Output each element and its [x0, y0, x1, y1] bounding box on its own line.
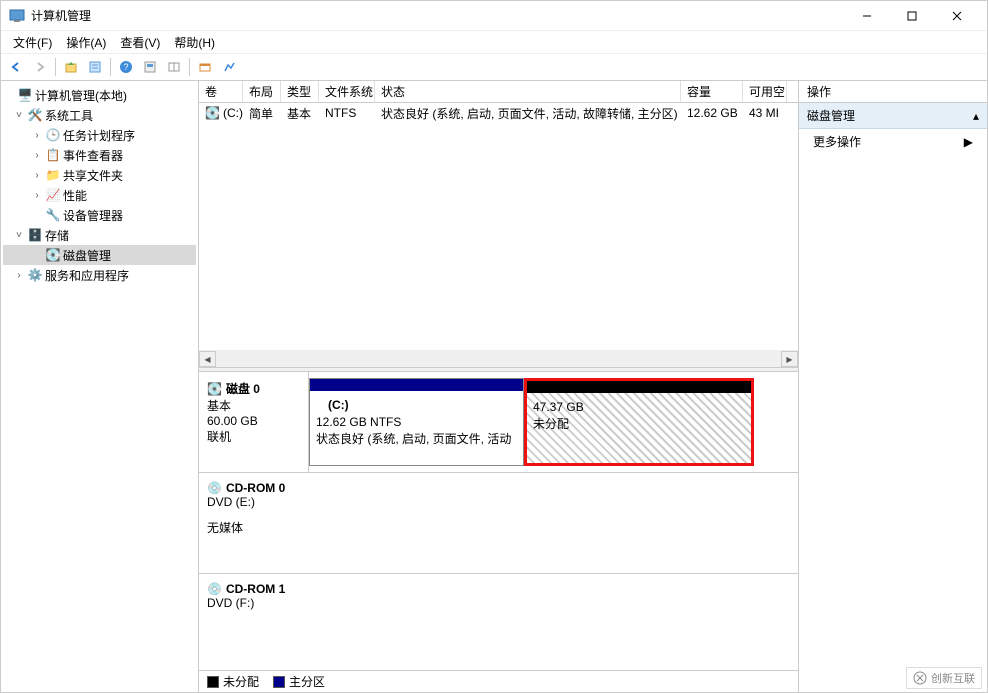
menubar: 文件(F) 操作(A) 查看(V) 帮助(H)	[1, 31, 987, 53]
menu-help[interactable]: 帮助(H)	[168, 32, 221, 53]
computer-icon: 🖥️	[17, 87, 33, 103]
tree-event-viewer[interactable]: ›📋事件查看器	[3, 145, 196, 165]
window-title: 计算机管理	[31, 7, 844, 24]
menu-file[interactable]: 文件(F)	[7, 32, 58, 53]
svg-text:?: ?	[123, 62, 128, 72]
col-volume[interactable]: 卷	[199, 81, 243, 102]
maximize-button[interactable]	[889, 1, 934, 31]
tree-task-scheduler[interactable]: ›🕒任务计划程序	[3, 125, 196, 145]
legend-primary: 主分区	[273, 673, 325, 690]
col-free[interactable]: 可用空	[743, 81, 787, 102]
menu-action[interactable]: 操作(A)	[60, 32, 112, 53]
help-button[interactable]: ?	[115, 56, 137, 78]
menu-view[interactable]: 查看(V)	[114, 32, 166, 53]
arrow-right-icon: ▶	[964, 135, 973, 149]
toolbar: ?	[1, 53, 987, 81]
actions-pane: 操作 磁盘管理 ▴ 更多操作 ▶	[799, 81, 987, 692]
toolbar-btn-4[interactable]	[218, 56, 240, 78]
tree-device-manager[interactable]: 🔧设备管理器	[3, 205, 196, 225]
properties-button[interactable]	[84, 56, 106, 78]
cdrom-icon: 💿	[207, 582, 222, 596]
close-button[interactable]	[934, 1, 979, 31]
disk-block: 💽磁盘 0 基本 60.00 GB 联机 (C:) 12.62 GB NTFS …	[199, 372, 798, 473]
up-button[interactable]	[60, 56, 82, 78]
tree-disk-management[interactable]: 💽磁盘管理	[3, 245, 196, 265]
action-more[interactable]: 更多操作 ▶	[799, 129, 987, 154]
tools-icon: 🛠️	[27, 107, 43, 123]
titlebar: 计算机管理	[1, 1, 987, 31]
col-layout[interactable]: 布局	[243, 81, 281, 102]
storage-icon: 🗄️	[27, 227, 43, 243]
h-scrollbar[interactable]: ◀ ▶	[199, 350, 798, 367]
disk-icon: 💽	[207, 382, 222, 396]
tree-shared-folders[interactable]: ›📁共享文件夹	[3, 165, 196, 185]
partition-primary[interactable]: (C:) 12.62 GB NTFS 状态良好 (系统, 启动, 页面文件, 活…	[309, 378, 524, 466]
actions-title: 操作	[799, 81, 987, 103]
col-capacity[interactable]: 容量	[681, 81, 743, 102]
toolbar-btn-2[interactable]	[163, 56, 185, 78]
minimize-button[interactable]	[844, 1, 889, 31]
tree-storage[interactable]: ˅🗄️存储	[3, 225, 196, 245]
volume-row[interactable]: 💽(C:) 简单 基本 NTFS 状态良好 (系统, 启动, 页面文件, 活动,…	[199, 103, 798, 123]
tree-root[interactable]: 🖥️计算机管理(本地)	[3, 85, 196, 105]
device-icon: 🔧	[45, 207, 61, 223]
watermark: 创新互联	[906, 667, 982, 689]
disk-info[interactable]: 💽磁盘 0 基本 60.00 GB 联机	[199, 372, 309, 472]
cdrom-icon: 💿	[207, 481, 222, 495]
clock-icon: 🕒	[45, 127, 61, 143]
tree-performance[interactable]: ›📈性能	[3, 185, 196, 205]
disk-info[interactable]: 💿CD-ROM 1 DVD (F:)	[199, 574, 309, 670]
legend: 未分配 主分区	[199, 670, 798, 692]
disk-block: 💿CD-ROM 1 DVD (F:)	[199, 574, 798, 670]
volume-header[interactable]: 卷 布局 类型 文件系统 状态 容量 可用空	[199, 81, 798, 103]
tree-services-apps[interactable]: ›⚙️服务和应用程序	[3, 265, 196, 285]
nav-tree[interactable]: 🖥️计算机管理(本地) ˅🛠️系统工具 ›🕒任务计划程序 ›📋事件查看器 ›📁共…	[1, 81, 199, 692]
action-section[interactable]: 磁盘管理 ▴	[799, 103, 987, 129]
scroll-right-button[interactable]: ▶	[781, 351, 798, 367]
perf-icon: 📈	[45, 187, 61, 203]
folder-icon: 📁	[45, 167, 61, 183]
collapse-icon: ▴	[973, 109, 979, 123]
volume-table: 卷 布局 类型 文件系统 状态 容量 可用空 💽(C:) 简单 基本 NTFS …	[199, 81, 798, 367]
toolbar-btn-3[interactable]	[194, 56, 216, 78]
toolbar-btn-1[interactable]	[139, 56, 161, 78]
forward-button[interactable]	[29, 56, 51, 78]
tree-system-tools[interactable]: ˅🛠️系统工具	[3, 105, 196, 125]
app-icon	[9, 8, 25, 24]
event-icon: 📋	[45, 147, 61, 163]
legend-unallocated: 未分配	[207, 673, 259, 690]
partition-unallocated[interactable]: 47.37 GB 未分配	[524, 378, 754, 466]
back-button[interactable]	[5, 56, 27, 78]
scroll-left-button[interactable]: ◀	[199, 351, 216, 367]
services-icon: ⚙️	[27, 267, 43, 283]
disk-layout-area: 💽磁盘 0 基本 60.00 GB 联机 (C:) 12.62 GB NTFS …	[199, 372, 798, 670]
disk-icon: 💽	[45, 247, 61, 263]
col-type[interactable]: 类型	[281, 81, 319, 102]
col-status[interactable]: 状态	[375, 81, 681, 102]
disk-block: 💿CD-ROM 0 DVD (E:) 无媒体	[199, 473, 798, 574]
disk-info[interactable]: 💿CD-ROM 0 DVD (E:) 无媒体	[199, 473, 309, 573]
drive-icon: 💽	[205, 106, 220, 120]
col-fs[interactable]: 文件系统	[319, 81, 375, 102]
